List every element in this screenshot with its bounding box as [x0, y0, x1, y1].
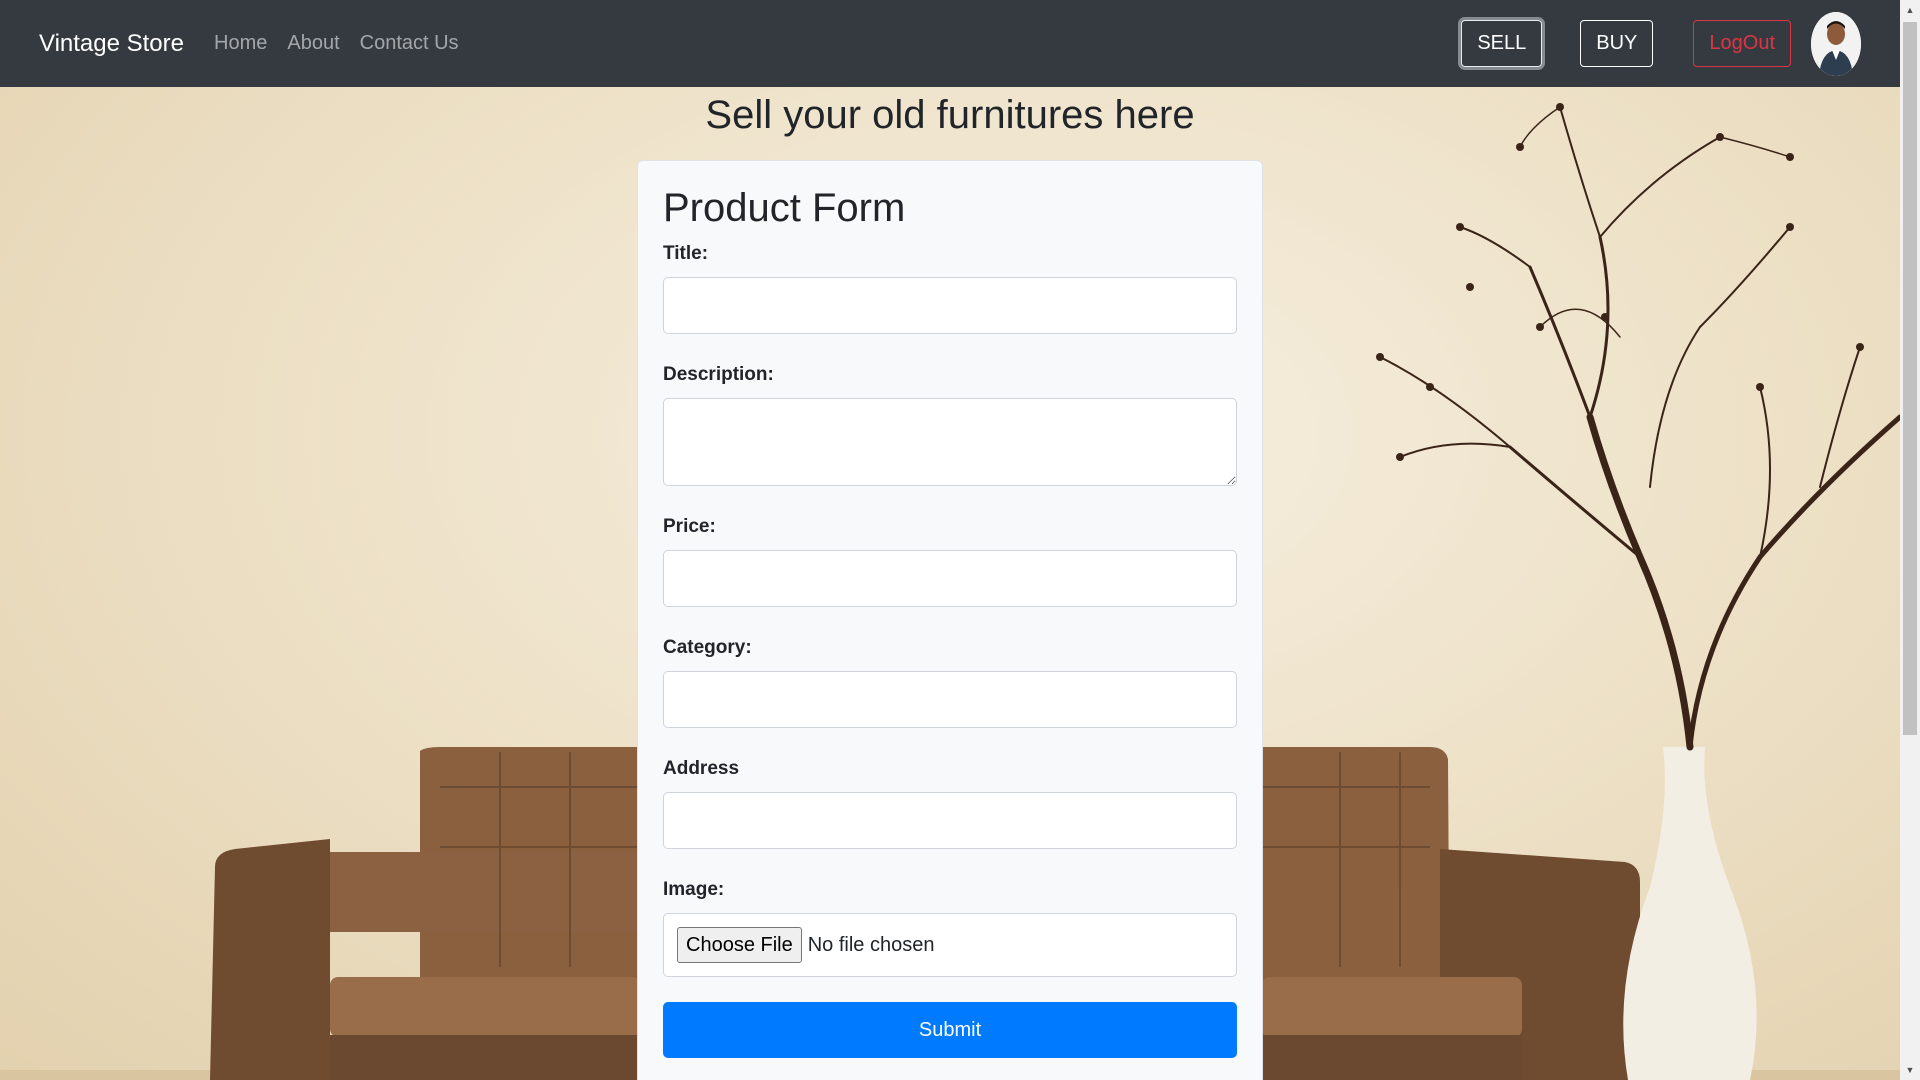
- page-scrollbar[interactable]: ▲ ▼: [1900, 0, 1920, 1080]
- branch-buds: [1376, 103, 1864, 461]
- page-heading: Sell your old furnitures here: [705, 93, 1195, 137]
- nav-actions: SELL BUY LogOut: [1423, 11, 1861, 76]
- nav-link-about[interactable]: About: [287, 32, 339, 55]
- user-avatar[interactable]: [1811, 11, 1861, 76]
- nav-link-contact[interactable]: Contact Us: [360, 32, 459, 55]
- title-label: Title:: [663, 243, 709, 264]
- form-title: Product Form: [663, 186, 906, 230]
- address-input[interactable]: [663, 792, 1237, 849]
- logout-button[interactable]: LogOut: [1693, 20, 1791, 67]
- sell-button[interactable]: SELL: [1461, 20, 1543, 67]
- price-label: Price:: [663, 516, 716, 537]
- tree-branches: [1379, 106, 1900, 751]
- product-form-card: Product Form Title: Description: Price: …: [637, 160, 1263, 1080]
- description-label: Description:: [663, 364, 774, 385]
- address-label: Address: [663, 758, 740, 779]
- category-input[interactable]: [663, 671, 1237, 728]
- left-armchair: [210, 747, 640, 1080]
- vase: [1623, 747, 1757, 1080]
- title-input[interactable]: [663, 277, 1237, 334]
- top-navbar: Vintage Store Home About Contact Us SELL…: [0, 0, 1900, 87]
- category-label: Category:: [663, 637, 752, 658]
- file-status-text: No file chosen: [807, 933, 935, 956]
- submit-button[interactable]: Submit: [663, 1002, 1237, 1058]
- nav-link-home[interactable]: Home: [214, 32, 267, 55]
- choose-file-button[interactable]: Choose File: [677, 927, 802, 963]
- scroll-up-arrow-icon[interactable]: ▲: [1900, 0, 1920, 20]
- scrollbar-thumb[interactable]: [1903, 22, 1917, 735]
- scroll-down-arrow-icon[interactable]: ▼: [1900, 1060, 1920, 1080]
- image-file-input: Choose File No file chosen: [663, 913, 1237, 977]
- description-textarea[interactable]: [663, 398, 1237, 486]
- right-armchair: [1262, 747, 1640, 1080]
- buy-button[interactable]: BUY: [1580, 20, 1654, 67]
- image-label: Image:: [663, 879, 725, 900]
- avatar-photo-icon: [1811, 11, 1861, 76]
- price-input[interactable]: [663, 550, 1237, 607]
- brand-logo-link[interactable]: Vintage Store: [39, 30, 184, 58]
